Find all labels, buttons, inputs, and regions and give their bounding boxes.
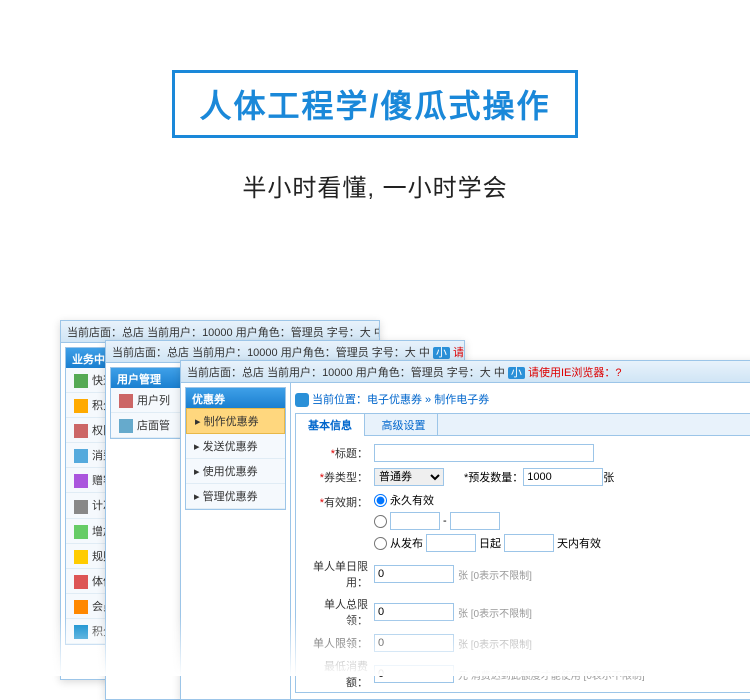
points-icon (74, 399, 88, 413)
arrow-icon (74, 374, 88, 388)
count-icon (74, 500, 88, 514)
window-header: 当前店面：总店 当前用户：10000 用户角色：管理员 字号：大 中 小 请使用… (181, 361, 750, 383)
value-icon (74, 575, 88, 589)
days2-input[interactable] (504, 534, 554, 552)
store-icon (119, 419, 133, 433)
sidebar-item-use[interactable]: ▸ 使用优惠券 (186, 459, 285, 484)
sidebar-item-send[interactable]: ▸ 发送优惠券 (186, 434, 285, 459)
date-to-input[interactable] (450, 512, 500, 530)
main-title: 人体工程学/傻瓜式操作 (172, 70, 579, 138)
location-icon (295, 393, 309, 407)
tab-basic[interactable]: 基本信息 (296, 414, 365, 436)
tab-bar: 基本信息 高级设置 (296, 414, 750, 436)
type-select[interactable]: 普通券 (374, 468, 444, 486)
add-icon (74, 525, 88, 539)
sidebar-item-manage[interactable]: ▸ 管理优惠券 (186, 484, 285, 509)
subtitle: 半小时看懂, 一小时学会 (0, 168, 750, 203)
gift-icon (74, 474, 88, 488)
radio-days[interactable]: 从发布日起天内有效 (374, 534, 601, 552)
days-input[interactable] (426, 534, 476, 552)
day-limit-input[interactable] (374, 565, 454, 583)
rule-icon (74, 550, 88, 564)
tab-advanced[interactable]: 高级设置 (369, 414, 438, 436)
panel-title: 优惠券 (186, 388, 285, 408)
radio-forever[interactable]: 永久有效 (374, 492, 601, 508)
lock-icon (74, 424, 88, 438)
date-from-input[interactable] (390, 512, 440, 530)
member-icon (74, 600, 88, 614)
title-input[interactable] (374, 444, 594, 462)
radio-date[interactable]: - (374, 512, 601, 530)
cart-icon (74, 449, 88, 463)
user-icon (119, 394, 133, 408)
sidebar-item-create[interactable]: ▸ 制作优惠券 (186, 408, 285, 434)
breadcrumb: 当前位置：电子优惠券 » 制作电子券 (295, 387, 750, 411)
qty-input[interactable] (523, 468, 603, 486)
